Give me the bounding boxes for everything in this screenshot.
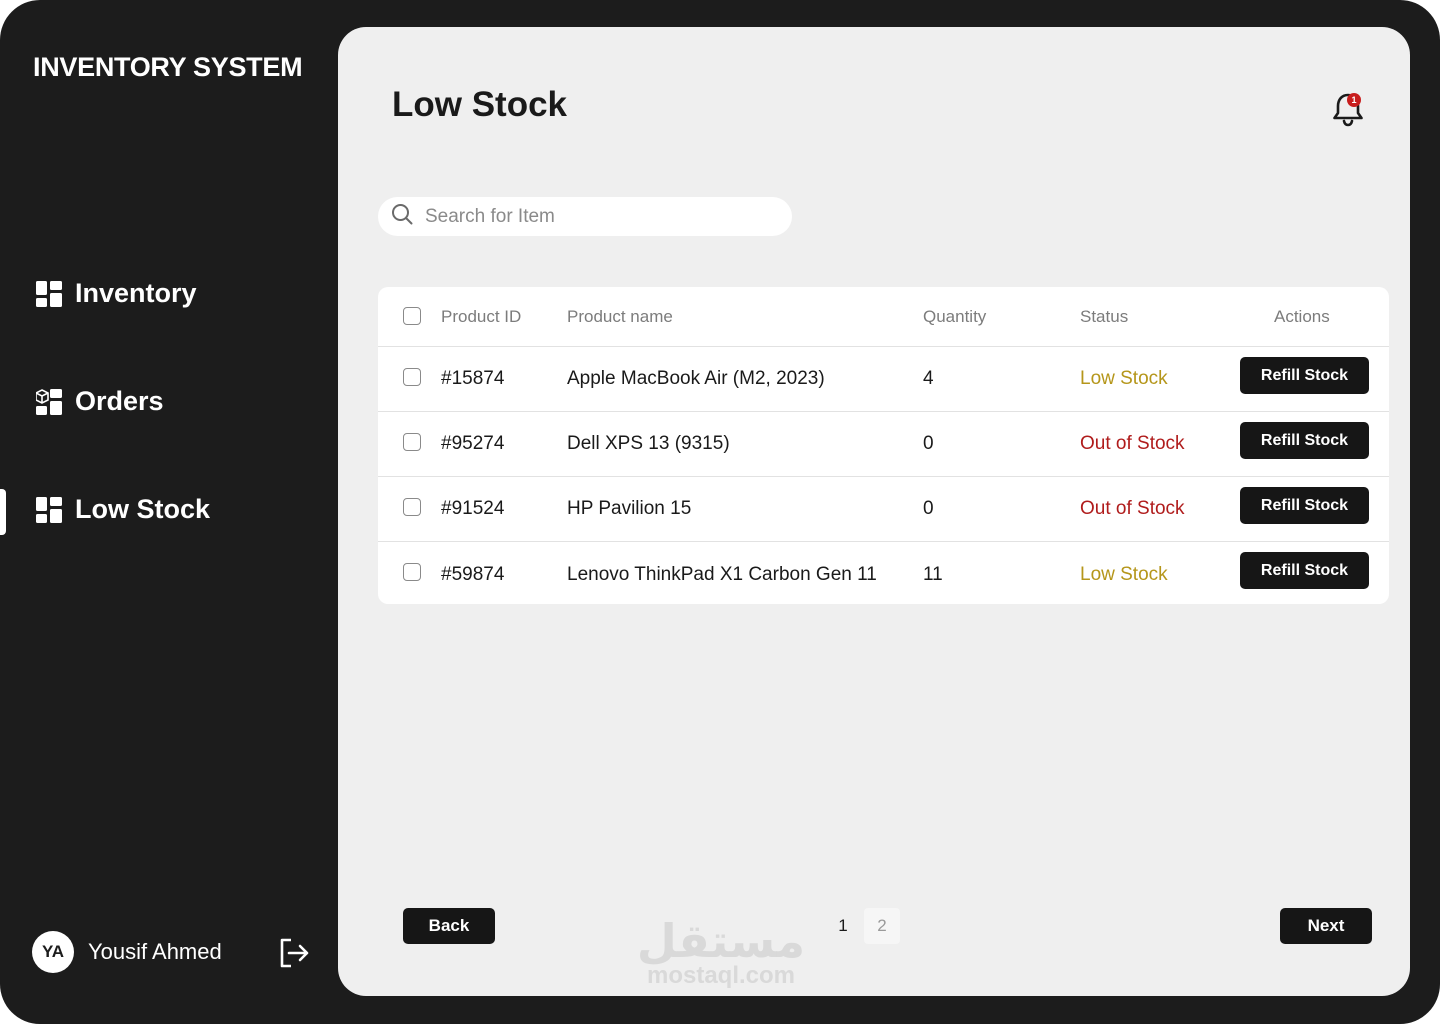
product-id: #91524	[441, 498, 505, 519]
avatar: YA	[32, 931, 74, 973]
search-input[interactable]	[425, 205, 765, 228]
product-name: Lenovo ThinkPad X1 Carbon Gen 11	[567, 563, 877, 585]
user-name: Yousif Ahmed	[88, 939, 222, 964]
quantity: 11	[923, 563, 943, 585]
product-name: Dell XPS 13 (9315)	[567, 433, 730, 454]
sidebar-item-label: Inventory	[75, 278, 197, 308]
user-profile[interactable]: YA Yousif Ahmed	[32, 931, 222, 973]
quantity: 0	[923, 498, 934, 519]
orders-box-icon	[36, 388, 62, 415]
search-bar[interactable]	[378, 197, 792, 236]
status-badge: Out of Stock	[1080, 498, 1185, 519]
product-name: HP Pavilion 15	[567, 498, 692, 519]
refill-stock-button[interactable]: Refill Stock	[1240, 357, 1369, 394]
refill-stock-button[interactable]: Refill Stock	[1240, 487, 1369, 524]
status-badge: Low Stock	[1080, 563, 1168, 585]
product-id: #15874	[441, 368, 505, 389]
dashboard-grid-icon	[36, 496, 62, 523]
table-row: #15874 Apple MacBook Air (M2, 2023) 4 Lo…	[378, 347, 1389, 412]
status-badge: Low Stock	[1080, 368, 1168, 389]
back-button[interactable]: Back	[403, 908, 495, 944]
active-nav-indicator	[0, 489, 6, 535]
page-2[interactable]: 2	[864, 908, 900, 944]
sidebar-item-orders[interactable]: Orders	[36, 386, 164, 417]
refill-stock-button[interactable]: Refill Stock	[1240, 422, 1369, 459]
table-row: #91524 HP Pavilion 15 0 Out of Stock Ref…	[378, 477, 1389, 542]
column-header: Actions	[1274, 306, 1330, 326]
app-brand: INVENTORY SYSTEM	[33, 52, 303, 82]
page-1[interactable]: 1	[825, 908, 861, 944]
select-all-checkbox[interactable]	[403, 307, 421, 325]
column-header: Status	[1080, 306, 1129, 326]
table-row: #59874 Lenovo ThinkPad X1 Carbon Gen 11 …	[378, 542, 1389, 604]
product-id: #95274	[441, 433, 505, 454]
status-badge: Out of Stock	[1080, 433, 1185, 454]
table-row: #95274 Dell XPS 13 (9315) 0 Out of Stock…	[378, 412, 1389, 477]
sidebar-item-low-stock[interactable]: Low Stock	[36, 494, 210, 525]
column-header: Quantity	[923, 306, 987, 326]
column-header: Product name	[567, 306, 673, 326]
row-checkbox[interactable]	[403, 498, 421, 516]
table-header-row: Product ID Product name Quantity Status …	[378, 287, 1389, 347]
logout-icon[interactable]	[277, 936, 311, 970]
refill-stock-button[interactable]: Refill Stock	[1240, 552, 1369, 589]
quantity: 4	[923, 368, 934, 389]
row-checkbox[interactable]	[403, 368, 421, 386]
app-frame: INVENTORY SYSTEM Inventory Orders Low St…	[0, 0, 1440, 1024]
next-button[interactable]: Next	[1280, 908, 1372, 944]
page-title: Low Stock	[392, 85, 568, 124]
column-header: Product ID	[441, 306, 522, 326]
quantity: 0	[923, 433, 934, 454]
sidebar-item-label: Orders	[75, 386, 164, 416]
row-checkbox[interactable]	[403, 563, 421, 581]
product-id: #59874	[441, 563, 505, 585]
low-stock-table: Product ID Product name Quantity Status …	[378, 287, 1389, 604]
dashboard-grid-icon	[36, 280, 62, 307]
search-icon	[391, 203, 413, 230]
sidebar-item-inventory[interactable]: Inventory	[36, 278, 197, 309]
sidebar-item-label: Low Stock	[75, 494, 211, 524]
notification-badge: 1	[1347, 93, 1361, 107]
main-panel: Low Stock 1 Product ID Product name	[338, 27, 1410, 996]
product-name: Apple MacBook Air (M2, 2023)	[567, 368, 825, 389]
row-checkbox[interactable]	[403, 433, 421, 451]
